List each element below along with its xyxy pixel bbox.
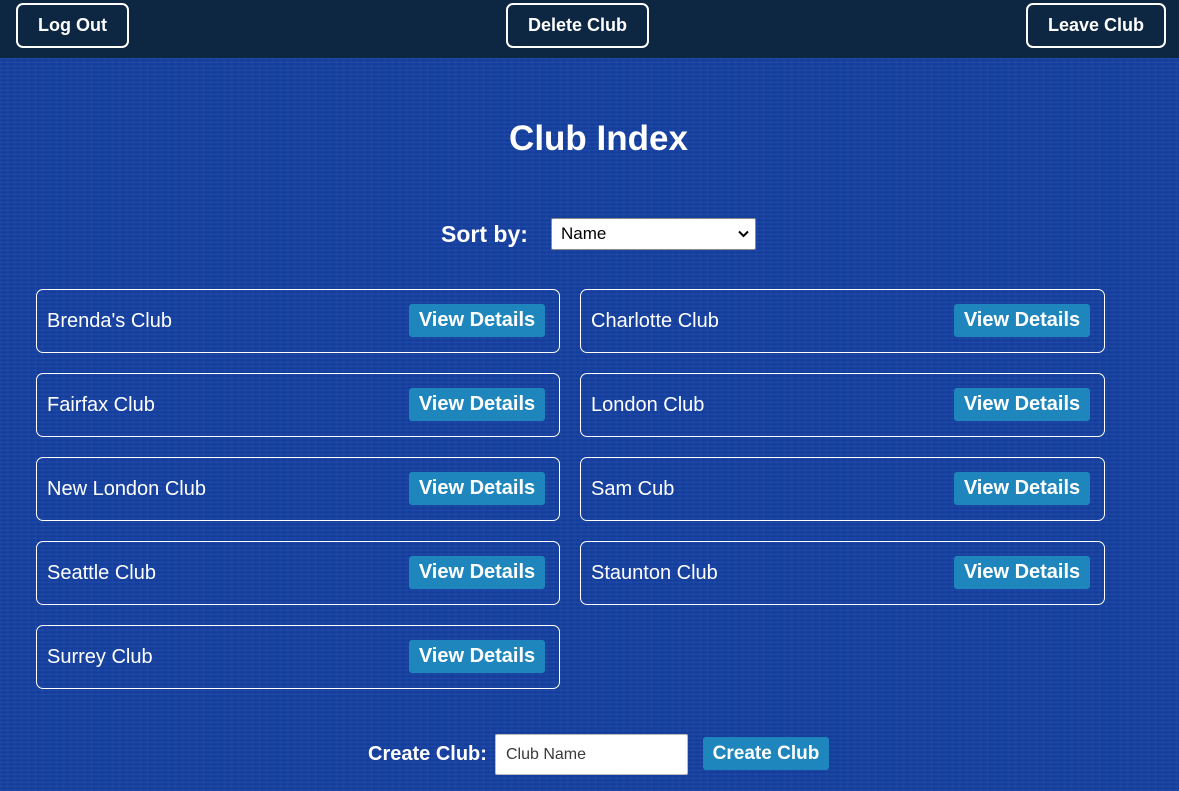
club-name: Sam Cub: [591, 477, 675, 500]
view-details-button[interactable]: View Details: [409, 387, 545, 421]
club-name: Surrey Club: [47, 645, 153, 668]
page-title: Club Index: [509, 119, 688, 158]
sort-selected-value: Name: [561, 224, 607, 243]
club-name-input[interactable]: [495, 734, 688, 775]
chevron-down-icon: [731, 230, 755, 238]
view-details-button[interactable]: View Details: [954, 555, 1090, 589]
club-card: New London Club View Details: [36, 457, 560, 521]
club-name: Staunton Club: [591, 561, 718, 584]
view-details-button[interactable]: View Details: [954, 387, 1090, 421]
create-club-label: Create Club:: [368, 743, 487, 765]
club-name: Charlotte Club: [591, 309, 719, 332]
view-details-button[interactable]: View Details: [409, 555, 545, 589]
club-name: Seattle Club: [47, 561, 156, 584]
view-details-button[interactable]: View Details: [409, 471, 545, 505]
log-out-button[interactable]: Log Out: [16, 3, 129, 48]
top-navigation-bar: Log Out Delete Club Leave Club: [0, 0, 1179, 58]
create-club-button[interactable]: Create Club: [703, 737, 829, 770]
create-club-form: Create Club: Create Club: [368, 734, 829, 775]
club-name: New London Club: [47, 477, 206, 500]
delete-club-button[interactable]: Delete Club: [506, 3, 649, 48]
leave-club-button[interactable]: Leave Club: [1026, 3, 1166, 48]
view-details-button[interactable]: View Details: [409, 639, 545, 673]
sort-label: Sort by:: [441, 220, 528, 247]
club-card: Sam Cub View Details: [580, 457, 1105, 521]
club-card: Brenda's Club View Details: [36, 289, 560, 353]
club-name: London Club: [591, 393, 705, 416]
club-card: Fairfax Club View Details: [36, 373, 560, 437]
club-name: Brenda's Club: [47, 309, 172, 332]
club-card: Charlotte Club View Details: [580, 289, 1105, 353]
view-details-button[interactable]: View Details: [954, 303, 1090, 337]
view-details-button[interactable]: View Details: [954, 471, 1090, 505]
club-list: Brenda's Club View Details Charlotte Clu…: [36, 289, 1105, 689]
club-name: Fairfax Club: [47, 393, 155, 416]
view-details-button[interactable]: View Details: [409, 303, 545, 337]
club-card: Surrey Club View Details: [36, 625, 560, 689]
club-card: Staunton Club View Details: [580, 541, 1105, 605]
sort-select[interactable]: Name: [551, 218, 756, 250]
club-card: London Club View Details: [580, 373, 1105, 437]
club-card: Seattle Club View Details: [36, 541, 560, 605]
sort-controls: Sort by: Name: [441, 218, 756, 250]
